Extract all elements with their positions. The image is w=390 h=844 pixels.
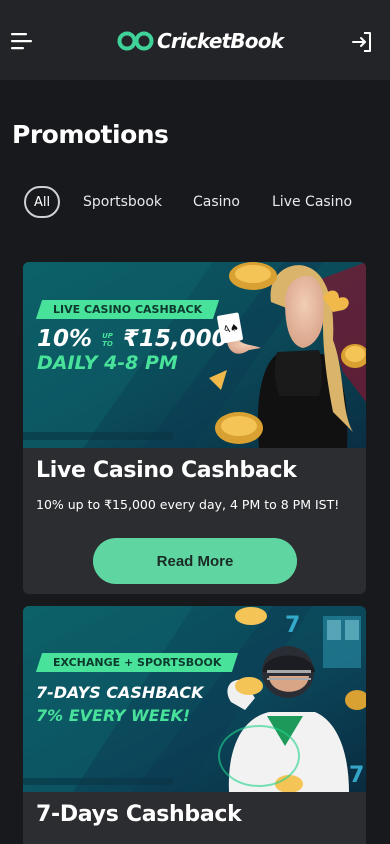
filter-live-casino[interactable]: Live Casino	[272, 194, 352, 210]
promotion-filters: All Sportsbook Casino Live Casino	[24, 186, 352, 218]
promotion-title: 7-Days Cashback	[36, 802, 242, 827]
promotion-card: A♠ LIVE CASINO CASHBACK 10% UP TO ₹15,00…	[23, 262, 366, 594]
promotion-banner[interactable]: A♠ LIVE CASINO CASHBACK 10% UP TO ₹15,00…	[23, 262, 366, 448]
login-icon[interactable]	[350, 30, 374, 54]
filter-sportsbook[interactable]: Sportsbook	[83, 194, 162, 210]
promotion-card: 7 7 EXCHANGE + SPORTSBOOK 7-DAYS CASHBAC…	[23, 606, 366, 844]
filter-casino[interactable]: Casino	[193, 194, 240, 210]
app-header: CricketBook	[0, 0, 390, 80]
read-more-button[interactable]: Read More	[93, 538, 297, 584]
banner-headline: 7-DAYS CASHBACK	[36, 683, 204, 702]
banner-headline: 10% UP TO ₹15,000	[37, 326, 228, 352]
promotion-title: Live Casino Cashback	[36, 458, 297, 483]
svg-text:7: 7	[349, 763, 364, 788]
filter-all[interactable]: All	[24, 186, 60, 218]
banner-subheadline: 7% EVERY WEEK!	[36, 706, 191, 725]
svg-text:7: 7	[285, 613, 300, 638]
cricketbook-logo[interactable]: CricketBook	[117, 26, 284, 56]
banner-subheadline: DAILY 4-8 PM	[37, 352, 178, 374]
promotion-banner[interactable]: 7 7 EXCHANGE + SPORTSBOOK 7-DAYS CASHBAC…	[23, 606, 366, 792]
logo-text: CricketBook	[157, 29, 284, 53]
page-title: Promotions	[12, 120, 169, 149]
hamburger-menu-icon[interactable]	[10, 31, 34, 51]
banner-tag: EXCHANGE + SPORTSBOOK	[35, 653, 239, 672]
banner-tag: LIVE CASINO CASHBACK	[35, 300, 220, 319]
promotion-description: 10% up to ₹15,000 every day, 4 PM to 8 P…	[36, 497, 340, 512]
logo-infinity-icon	[117, 31, 154, 51]
